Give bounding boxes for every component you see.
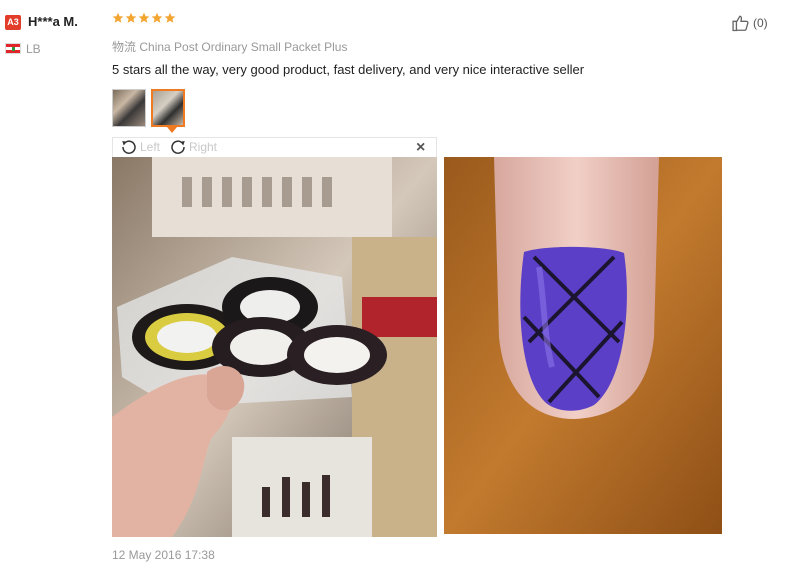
review-text: 5 stars all the way, very good product, … <box>112 62 585 77</box>
star-icon <box>138 12 150 23</box>
rotate-left-label: Left <box>140 140 161 154</box>
review-photo-tape-rolls <box>112 157 437 537</box>
logistics-label: 物流 <box>112 40 137 54</box>
level-badge: A3 <box>5 15 21 30</box>
logistics-value: China Post Ordinary Small Packet Plus <box>139 40 348 54</box>
review-timestamp: 12 May 2016 17:38 <box>112 548 215 562</box>
star-rating <box>112 12 176 24</box>
star-icon <box>125 12 137 23</box>
helpful-button[interactable]: (0) <box>731 13 768 33</box>
selected-indicator <box>167 127 177 133</box>
flag-icon <box>5 43 21 54</box>
reviewer-country: LB <box>26 42 41 56</box>
helpful-count: (0) <box>753 16 768 30</box>
rotate-right-button[interactable]: Right <box>169 138 217 156</box>
star-icon <box>112 12 124 23</box>
logistics-info: 物流 China Post Ordinary Small Packet Plus <box>112 38 347 55</box>
rotate-right-label: Right <box>189 140 218 154</box>
rotate-left-button[interactable]: Left <box>120 138 160 156</box>
star-icon <box>164 12 176 23</box>
image-viewer-toolbar <box>112 137 437 157</box>
photo-illustration <box>444 157 722 534</box>
review-thumbnail[interactable] <box>112 89 146 127</box>
close-viewer-button[interactable]: × <box>416 139 425 157</box>
thumbs-up-icon <box>732 15 749 32</box>
review-photo-nail <box>444 157 722 534</box>
reviewer-name: H***a M. <box>28 14 78 29</box>
star-icon <box>151 12 163 23</box>
review-thumbnail-selected[interactable] <box>151 89 185 127</box>
rotate-left-icon <box>122 140 136 154</box>
photo-illustration <box>112 157 437 537</box>
rotate-right-icon <box>171 140 185 154</box>
